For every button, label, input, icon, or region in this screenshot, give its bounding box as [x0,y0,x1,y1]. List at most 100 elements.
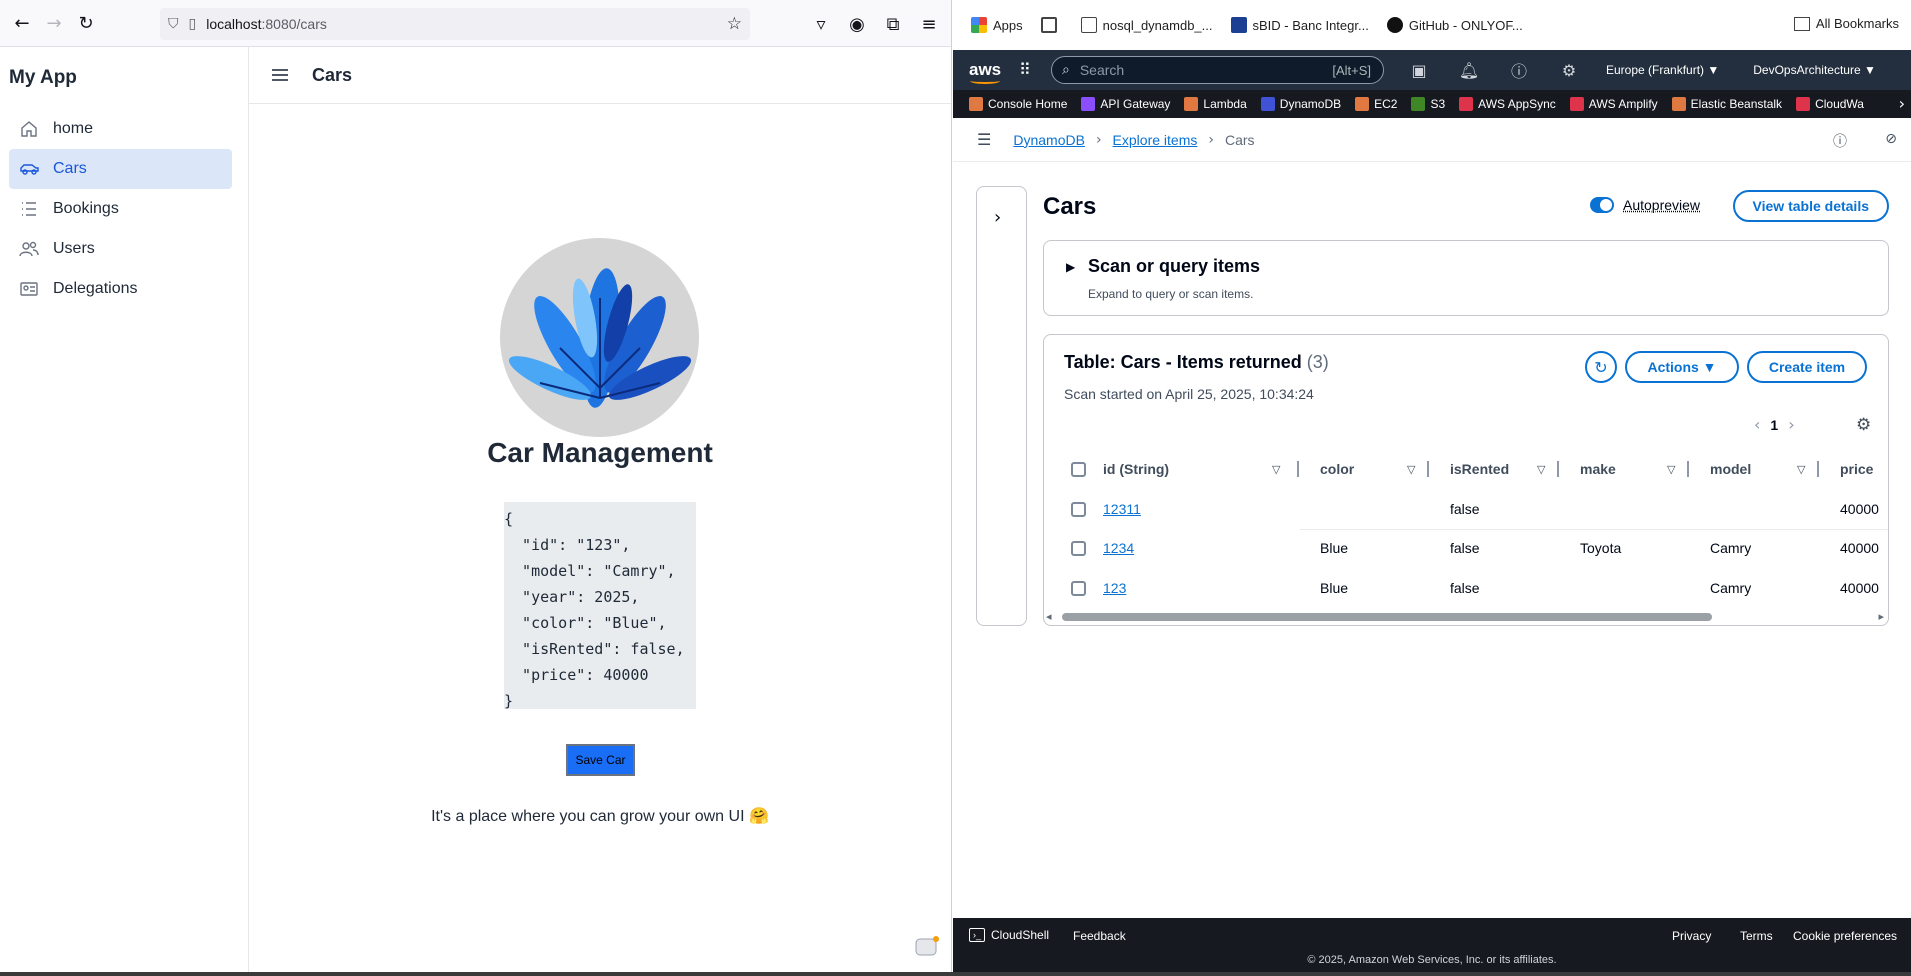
row-checkbox[interactable] [1071,568,1086,608]
favorite-label: AWS Amplify [1588,97,1658,111]
extensions-icon[interactable]: ⧉ [877,8,909,40]
row-checkbox[interactable] [1071,489,1086,529]
help-icon[interactable]: ⓘ [1504,58,1534,82]
view-table-details-button[interactable]: View table details [1732,190,1889,222]
terms-link[interactable]: Terms [1740,929,1773,943]
chat-widget-icon[interactable] [914,934,940,960]
item-id-link[interactable]: 123 [1103,580,1126,596]
search-input[interactable]: ⌕ Search [Alt+S] [1051,56,1384,84]
column-header-isrented[interactable]: isRented [1450,449,1509,489]
autopreview-toggle[interactable]: Autopreview [1590,197,1700,213]
bookmark-nosql[interactable]: nosql_dynamdb_... [1080,17,1213,33]
favorite-aws-appsync[interactable]: AWS AppSync [1459,97,1556,111]
services-grid-icon[interactable]: ⠿ [1019,60,1039,80]
nav-item-users[interactable]: Users [9,229,232,269]
actions-button[interactable]: Actions ▼ [1625,351,1739,383]
all-bookmarks[interactable]: All Bookmarks [1793,16,1899,31]
favorite-label: Elastic Beanstalk [1690,97,1783,111]
back-icon[interactable]: ← [6,7,38,39]
car-icon [20,164,39,175]
breadcrumb-dynamodb[interactable]: DynamoDB [1013,132,1085,148]
info-icon[interactable]: ⓘ [1833,131,1847,151]
bookmark-apps[interactable]: Apps [971,17,1023,33]
scroll-left-icon[interactable]: ◂ [1046,610,1052,623]
nav-item-cars[interactable]: Cars [9,149,232,189]
scan-query-description: Expand to query or scan items. [1088,287,1254,301]
favorite-elastic-beanstalk[interactable]: Elastic Beanstalk [1671,97,1783,111]
scroll-right-icon[interactable]: ▸ [1878,610,1884,623]
column-header-make[interactable]: make [1580,449,1616,489]
sort-icon[interactable]: ▽ [1537,463,1545,476]
favorite-aws-amplify[interactable]: AWS Amplify [1569,97,1658,111]
sort-icon[interactable]: ▽ [1667,463,1675,476]
cookie-preferences-link[interactable]: Cookie preferences [1793,929,1897,943]
table-row[interactable]: 12311 false 40000 [1044,489,1888,529]
service-icon [1569,97,1584,111]
item-id-link[interactable]: 12311 [1103,501,1141,517]
prev-page-icon[interactable]: ‹ [1754,415,1760,434]
horizontal-scrollbar[interactable] [1062,613,1712,621]
account-menu[interactable]: DevOpsArchitecture ▼ [1753,63,1876,77]
favorite-lambda[interactable]: Lambda [1184,97,1247,111]
row-checkbox[interactable] [1071,528,1086,568]
caret-right-icon: ▶ [1066,260,1076,274]
bookmark-star-icon[interactable]: ☆ [727,14,742,34]
gear-icon[interactable]: ⚙ [1554,61,1584,80]
tools-icon[interactable]: ⊘ [1885,131,1897,147]
menu-icon[interactable]: ≡ [913,8,945,40]
forward-icon[interactable]: → [38,7,70,39]
account-icon[interactable]: ◉ [841,8,873,40]
column-divider[interactable] [1557,461,1559,477]
column-divider[interactable] [1817,461,1819,477]
refresh-button[interactable]: ↻ [1585,351,1617,383]
sort-icon[interactable]: ▽ [1797,463,1805,476]
feedback-link[interactable]: Feedback [1073,929,1126,943]
favorite-ec2[interactable]: EC2 [1355,97,1397,111]
column-header-color[interactable]: color [1320,449,1354,489]
item-id-link[interactable]: 1234 [1103,540,1134,556]
favorite-api-gateway[interactable]: API Gateway [1081,97,1170,111]
favorite-dynamodb[interactable]: DynamoDB [1260,97,1341,111]
nav-item-delegations[interactable]: Delegations [9,269,232,309]
bookmark-sbid[interactable]: sBID - Banc Integr... [1230,17,1369,33]
side-nav-menu-icon[interactable]: ☰ [977,130,991,149]
bell-icon[interactable]: 🔔︎ [1454,61,1484,80]
column-divider[interactable] [1687,461,1689,477]
column-header-price[interactable]: price [1840,449,1873,489]
next-page-icon[interactable]: › [1788,415,1794,434]
tables-panel-toggle[interactable]: › [976,186,1027,626]
create-item-button[interactable]: Create item [1747,351,1867,383]
aws-logo[interactable]: aws [969,60,1003,84]
favorite-s3[interactable]: S3 [1411,97,1445,111]
hamburger-menu-icon[interactable] [270,65,290,85]
table-settings-icon[interactable]: ⚙ [1856,415,1871,435]
leaf-icon [508,268,692,408]
breadcrumb-explore-items[interactable]: Explore items [1113,132,1198,148]
nav-item-home[interactable]: home [9,109,232,149]
column-divider[interactable] [1297,461,1299,477]
nav-item-bookings[interactable]: Bookings [9,189,232,229]
region-selector[interactable]: Europe (Frankfurt) ▼ [1606,63,1719,77]
page-number[interactable]: 1 [1770,417,1778,433]
favorite-cloudwa[interactable]: CloudWa [1796,97,1864,111]
cloudshell-link[interactable]: ›_ CloudShell [969,928,1049,942]
column-header-model[interactable]: model [1710,449,1751,489]
table-row[interactable]: 123 Blue false Camry 40000 [1044,568,1888,608]
column-divider[interactable] [1427,461,1429,477]
privacy-link[interactable]: Privacy [1672,929,1711,943]
bookmark-github[interactable]: GitHub - ONLYOF... [1386,17,1523,33]
favorite-console-home[interactable]: Console Home [969,97,1067,111]
url-bar[interactable]: ⛉ ▯ localhost:8080/cars ☆ [160,8,750,40]
save-car-button[interactable]: Save Car [566,744,635,776]
sort-icon[interactable]: ▽ [1272,463,1280,476]
scan-query-panel[interactable]: ▶ Scan or query items Expand to query or… [1043,240,1889,316]
cloudshell-icon[interactable]: ▣ [1404,61,1434,80]
toggle-switch-icon[interactable] [1590,197,1614,213]
reload-icon[interactable]: ↻ [70,7,102,39]
sort-icon[interactable]: ▽ [1407,463,1415,476]
bookmark-grid[interactable] [1040,17,1063,33]
toolbar-icons: ▿ ◉ ⧉ ≡ [805,8,945,40]
pocket-icon[interactable]: ▿ [805,8,837,40]
table-row[interactable]: 1234 Blue false Toyota Camry 40000 [1044,528,1888,568]
more-favorites-icon[interactable]: › [1899,94,1905,113]
